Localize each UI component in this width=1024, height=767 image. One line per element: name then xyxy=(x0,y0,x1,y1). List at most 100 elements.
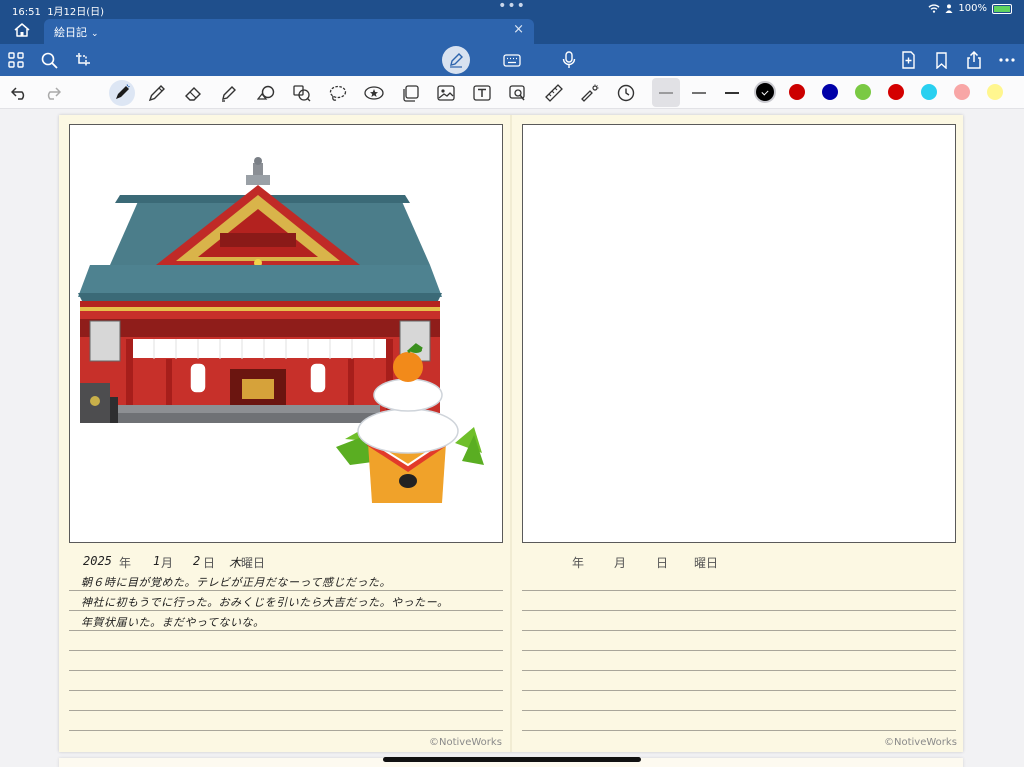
more-icon xyxy=(999,58,1015,62)
month-label: 月 xyxy=(161,556,174,570)
pencil-icon xyxy=(148,85,165,102)
status-date: 1月12日(日) xyxy=(47,7,105,18)
shape-icon xyxy=(257,85,275,100)
shape-recognition-icon xyxy=(293,84,311,101)
elements-tool[interactable] xyxy=(397,80,423,106)
camera-scan-tool[interactable] xyxy=(505,80,531,106)
pen-mode-icon xyxy=(450,53,463,68)
person-icon xyxy=(945,4,953,13)
lasso-tool[interactable] xyxy=(325,80,351,106)
chevron-down-icon: ⌄ xyxy=(91,29,99,39)
redo-icon xyxy=(47,86,61,100)
add-page-icon xyxy=(901,51,915,69)
left-drawing-frame[interactable] xyxy=(69,124,503,543)
search-button[interactable] xyxy=(37,48,61,72)
laser-pointer-tool[interactable] xyxy=(577,80,603,106)
ruler-icon xyxy=(545,84,563,102)
left-ruled-area[interactable]: 朝６時に目が覚めた。テレビが正月だなーって感じだった。 神社に初もうでに行った。… xyxy=(69,571,503,739)
fountain-pen-icon xyxy=(116,84,130,99)
year-label: 年 xyxy=(119,556,132,570)
thick-line-icon xyxy=(725,92,739,94)
multitasking-dots[interactable]: ••• xyxy=(498,0,526,14)
star-sticker-icon xyxy=(364,86,384,100)
bookmark-button[interactable] xyxy=(929,48,953,72)
thickness-thin[interactable] xyxy=(653,80,679,106)
left-credit: ©NotiveWorks xyxy=(429,737,502,748)
image-tool[interactable] xyxy=(433,80,459,106)
weekday-label: 曜日 xyxy=(694,556,719,570)
close-tab-button[interactable]: × xyxy=(513,22,524,37)
pencil-tool[interactable] xyxy=(144,80,170,106)
color-swatch[interactable] xyxy=(954,84,970,100)
eraser-icon xyxy=(185,87,201,101)
tab-title-text: 絵日記 xyxy=(54,26,87,39)
color-swatch[interactable] xyxy=(987,84,1003,100)
notebook-page[interactable]: 2025 年 1 月 2 日 木 曜日 年 月 日 曜日 朝６時に目が覚めた。テ… xyxy=(59,115,963,752)
day-label: 日 xyxy=(656,556,669,570)
left-date-line[interactable]: 2025 年 1 月 2 日 木 曜日 xyxy=(69,552,503,572)
handwriting-mode-button[interactable] xyxy=(442,46,470,74)
tools-toolbar xyxy=(0,76,1024,109)
day-value: 2 xyxy=(193,554,201,568)
recording-tool[interactable] xyxy=(613,80,639,106)
shape-tool[interactable] xyxy=(253,80,279,106)
camera-search-icon xyxy=(509,84,525,100)
color-swatch[interactable] xyxy=(822,84,838,100)
color-swatch[interactable] xyxy=(921,84,937,100)
tab-title[interactable]: 絵日記 ⌄ xyxy=(54,24,99,40)
right-date-line[interactable]: 年 月 日 曜日 xyxy=(522,552,956,572)
pen-tool[interactable] xyxy=(109,80,135,106)
undo-button[interactable] xyxy=(6,80,32,106)
battery-percent: 100% xyxy=(958,3,987,14)
clock-icon xyxy=(617,84,635,102)
sticker-tool[interactable] xyxy=(361,80,387,106)
eraser-tool[interactable] xyxy=(181,80,207,106)
keyboard-icon xyxy=(503,53,521,67)
laser-pointer-icon xyxy=(581,84,599,102)
home-icon xyxy=(14,23,30,37)
home-button[interactable] xyxy=(13,22,31,38)
keyboard-mode-button[interactable] xyxy=(500,48,524,72)
redo-button[interactable] xyxy=(39,80,65,106)
month-value: 1 xyxy=(153,554,161,568)
color-swatch[interactable] xyxy=(789,84,805,100)
lasso-icon xyxy=(329,85,347,101)
microphone-icon xyxy=(562,51,576,68)
weekday-value: 木 xyxy=(229,556,242,570)
color-swatch-selected[interactable] xyxy=(754,81,776,103)
thickness-medium[interactable] xyxy=(686,80,712,106)
undo-icon xyxy=(10,86,24,100)
highlighter-icon xyxy=(222,86,236,102)
color-swatch[interactable] xyxy=(855,84,871,100)
document-tab[interactable]: 絵日記 ⌄ × xyxy=(44,19,534,44)
more-options-button[interactable] xyxy=(995,48,1019,72)
thin-line-icon xyxy=(659,92,673,94)
voice-mode-button[interactable] xyxy=(557,48,581,72)
year-value: 2025 xyxy=(83,554,112,568)
text-tool[interactable] xyxy=(469,80,495,106)
app-toolbar xyxy=(0,44,1024,76)
grid-view-button[interactable] xyxy=(4,48,28,72)
weekday-label: 曜日 xyxy=(241,556,266,570)
status-clock: 16:51 xyxy=(12,7,41,18)
ruler-tool[interactable] xyxy=(541,80,567,106)
top-bar: 16:51 1月12日(日) ••• 100% 絵日記 ⌄ × xyxy=(0,0,1024,44)
wifi-icon xyxy=(928,4,940,13)
status-time: 16:51 1月12日(日) xyxy=(12,3,104,18)
sticky-note-icon xyxy=(402,84,419,102)
highlighter-tool[interactable] xyxy=(216,80,242,106)
right-ruled-area[interactable] xyxy=(522,571,956,739)
lasso-shape-tool[interactable] xyxy=(289,80,315,106)
lasso-share-button[interactable] xyxy=(71,48,95,72)
share-button[interactable] xyxy=(962,48,986,72)
search-icon xyxy=(41,52,58,69)
year-label: 年 xyxy=(572,556,585,570)
add-page-button[interactable] xyxy=(896,48,920,72)
note-line: 年賀状届いた。まだやってないな。 xyxy=(81,616,265,629)
right-drawing-frame[interactable] xyxy=(522,124,956,543)
thickness-thick[interactable] xyxy=(719,80,745,106)
home-indicator[interactable] xyxy=(383,757,641,762)
status-indicators: 100% xyxy=(928,3,1012,14)
color-swatch[interactable] xyxy=(888,84,904,100)
month-label: 月 xyxy=(614,556,627,570)
